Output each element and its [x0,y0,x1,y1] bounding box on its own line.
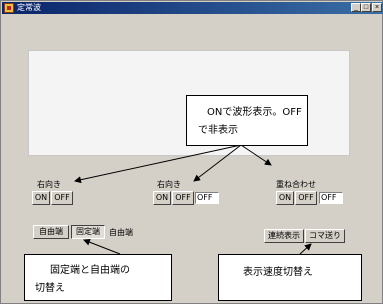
minimize-button[interactable]: _ [351,3,361,12]
maximize-button[interactable]: □ [361,3,371,12]
fixed-end-button[interactable]: 固定端 [71,225,105,239]
speed-switch-callout: 表示速度切替え [218,254,362,301]
middle-group-label: 右向き [157,180,181,189]
left-off-button[interactable]: OFF [51,191,73,205]
free-end-button[interactable]: 自由端 [33,225,69,239]
right-group-label: 重ね合わせ [276,180,316,189]
app-icon [4,3,14,13]
continuous-display-button[interactable]: 連続表示 [264,229,304,243]
left-on-button[interactable]: ON [32,191,50,205]
middle-off-button[interactable]: OFF [172,191,194,205]
middle-on-button[interactable]: ON [153,191,171,205]
left-group-label: 右向き [37,180,61,189]
end-switch-callout-line1: 固定端と自由端の [50,265,130,276]
middle-state-field: OFF [195,192,219,204]
end-switch-callout: 固定端と自由端の 切替え [24,254,172,301]
end-mode-status: 自由端 [109,228,133,237]
on-off-callout-line2: で非表示 [198,125,238,136]
end-switch-callout-line2: 切替え [35,283,65,294]
window-title: 定常波 [17,3,41,12]
title-bar: 定常波 _ □ × [2,2,383,14]
right-state-field: OFF [319,192,343,204]
close-button[interactable]: × [372,3,382,12]
on-off-callout: ONで波形表示。OFF で非表示 [186,95,308,146]
speed-switch-callout-line1: 表示速度切替え [243,267,313,278]
right-on-button[interactable]: ON [276,191,294,205]
right-off-button[interactable]: OFF [295,191,317,205]
on-off-callout-line1: ONで波形表示。OFF [207,107,302,118]
frame-step-button[interactable]: コマ送り [305,229,345,243]
